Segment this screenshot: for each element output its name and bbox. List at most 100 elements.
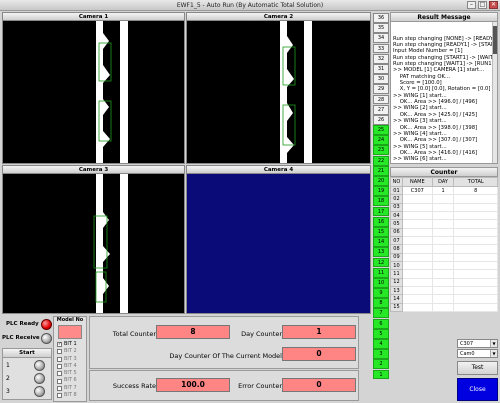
maximize-icon[interactable]: □ <box>478 1 487 9</box>
model-no-group: Model No ✓ BIT 1 BIT 2 BIT 3 BIT 4 BIT 5 BIT 6… <box>53 316 87 402</box>
camera-select[interactable]: Cam0 ▼ <box>457 349 498 358</box>
model-bit-checkbox[interactable]: BIT 7 <box>54 385 86 392</box>
start-group: Start 1 2 3 <box>2 348 52 400</box>
table-cell <box>431 286 455 296</box>
table-cell: 08 <box>390 244 403 254</box>
table-row[interactable]: 14 <box>390 294 498 304</box>
table-cell <box>431 219 455 229</box>
table-cell <box>401 302 433 313</box>
model-bit-checkbox[interactable]: ✓ BIT 1 <box>54 341 86 348</box>
model-bit-checkbox[interactable]: BIT 3 <box>54 356 86 363</box>
model-bit-checkbox[interactable]: BIT 2 <box>54 348 86 355</box>
checkbox-icon <box>57 371 62 377</box>
start-item-2[interactable]: 2 <box>6 373 50 385</box>
start-item-3[interactable]: 3 <box>6 386 50 398</box>
table-row[interactable]: 06 <box>390 227 498 238</box>
table-row[interactable]: 11 <box>390 269 498 279</box>
table-cell <box>453 211 498 221</box>
counter-column-header[interactable]: NO <box>390 177 403 187</box>
table-cell <box>431 277 455 288</box>
checkbox-icon: ✓ <box>57 342 62 348</box>
success-rate-label: Success Rate <box>112 382 156 390</box>
model-bit-checkbox[interactable]: BIT 6 <box>54 377 86 384</box>
table-cell <box>431 236 455 246</box>
wing-status-cell: 23 <box>373 145 389 156</box>
wing-status-cell: 7 <box>373 308 389 319</box>
table-row[interactable]: 10 <box>390 261 498 271</box>
wing-status-cell: 5 <box>373 328 389 339</box>
model-bit-label: BIT 6 <box>64 377 77 384</box>
table-row[interactable]: 08 <box>390 244 498 254</box>
wing-status-cell: 10 <box>373 277 389 288</box>
counter-column-header[interactable]: DAY <box>431 177 455 187</box>
model-bit-checkbox[interactable]: BIT 4 <box>54 363 86 370</box>
camera-1-image <box>3 21 184 163</box>
table-row[interactable]: 12 <box>390 277 498 288</box>
model-bit-checkbox[interactable]: BIT 5 <box>54 370 86 377</box>
wing-status-cell: 6 <box>373 318 389 329</box>
table-row[interactable]: 07 <box>390 236 498 246</box>
camera-4-view: Camera 4 <box>186 165 371 314</box>
table-row[interactable]: 04 <box>390 211 498 221</box>
table-cell <box>453 277 498 288</box>
table-row[interactable]: 09 <box>390 252 498 263</box>
minimize-icon[interactable]: – <box>467 1 476 9</box>
result-scrollbar[interactable] <box>492 22 497 163</box>
counter-column-header[interactable]: NAME <box>401 177 433 187</box>
wing-status-cell: 1 <box>373 369 389 380</box>
day-counter-model-value: 0 <box>282 347 356 361</box>
table-row[interactable]: 02 <box>390 194 498 204</box>
model-bit-label: BIT 8 <box>64 392 77 399</box>
close-window-icon[interactable]: ✕ <box>489 1 498 9</box>
log-line: OK... Area >> [307.0] / [307] <box>393 137 478 144</box>
start-item-1[interactable]: 1 <box>6 360 50 372</box>
plc-receive-lamp-icon <box>41 333 52 344</box>
start-item-1-label: 1 <box>6 362 10 369</box>
table-cell: 11 <box>390 269 403 279</box>
table-cell <box>453 219 498 229</box>
table-cell <box>431 227 455 238</box>
close-button[interactable]: Close <box>457 378 498 401</box>
wing-status-cell: 22 <box>373 155 389 166</box>
camera-1-title: Camera 1 <box>3 13 184 21</box>
camera-2-image <box>187 21 370 163</box>
table-cell <box>401 294 433 304</box>
test-button[interactable]: Test <box>457 361 498 375</box>
day-counter-label: Day Counter <box>241 330 282 338</box>
table-cell <box>401 244 433 254</box>
table-cell <box>401 236 433 246</box>
table-cell: 05 <box>390 219 403 229</box>
model-bit-label: BIT 3 <box>64 355 77 362</box>
model-bit-checkbox[interactable]: BIT 8 <box>54 392 86 399</box>
table-cell <box>431 194 455 204</box>
plc-status-panel: PLC Ready PLC Receive Start 1 2 3 <box>2 316 52 402</box>
table-cell: 07 <box>390 236 403 246</box>
window-title: EWF1_5 - Auto Run (By Automatic Total So… <box>176 2 324 9</box>
table-row[interactable]: 03 <box>390 202 498 213</box>
start-3-lamp-icon <box>34 386 45 397</box>
error-counter-value: 0 <box>282 378 356 392</box>
table-cell: 04 <box>390 211 403 221</box>
table-cell: 06 <box>390 227 403 238</box>
camera-3-view: Camera 3 <box>2 165 185 314</box>
table-row[interactable]: 05 <box>390 219 498 229</box>
model-bit-label: BIT 4 <box>64 362 77 369</box>
table-row[interactable]: 15 <box>390 302 498 313</box>
wing-status-cell: 18 <box>373 196 389 207</box>
start-1-lamp-icon <box>34 360 45 371</box>
wing-status-cell: 8 <box>373 298 389 309</box>
counter-column-header[interactable]: TOTAL <box>453 177 498 187</box>
model-bit-label: BIT 1 <box>64 341 77 347</box>
model-select[interactable]: C307 ▼ <box>457 339 498 348</box>
camera-select-value: Cam0 <box>460 351 475 357</box>
result-message-panel: Result Message Run step changing [NONE] … <box>390 12 498 165</box>
wing-status-cell: 25 <box>373 125 389 135</box>
wing-status-cell: 11 <box>373 267 389 278</box>
model-select-value: C307 <box>460 341 474 347</box>
table-row[interactable]: 13 <box>390 286 498 296</box>
table-cell <box>401 252 433 263</box>
model-bit-label: BIT 2 <box>64 348 77 355</box>
table-row[interactable]: 01 C307 1 8 <box>390 185 498 196</box>
wing-status-strip: 36 35 34 33 32 31 30 29 28 27 26 25 24 23 22 21 20 19 18 17… <box>373 13 389 380</box>
table-cell <box>431 252 455 263</box>
